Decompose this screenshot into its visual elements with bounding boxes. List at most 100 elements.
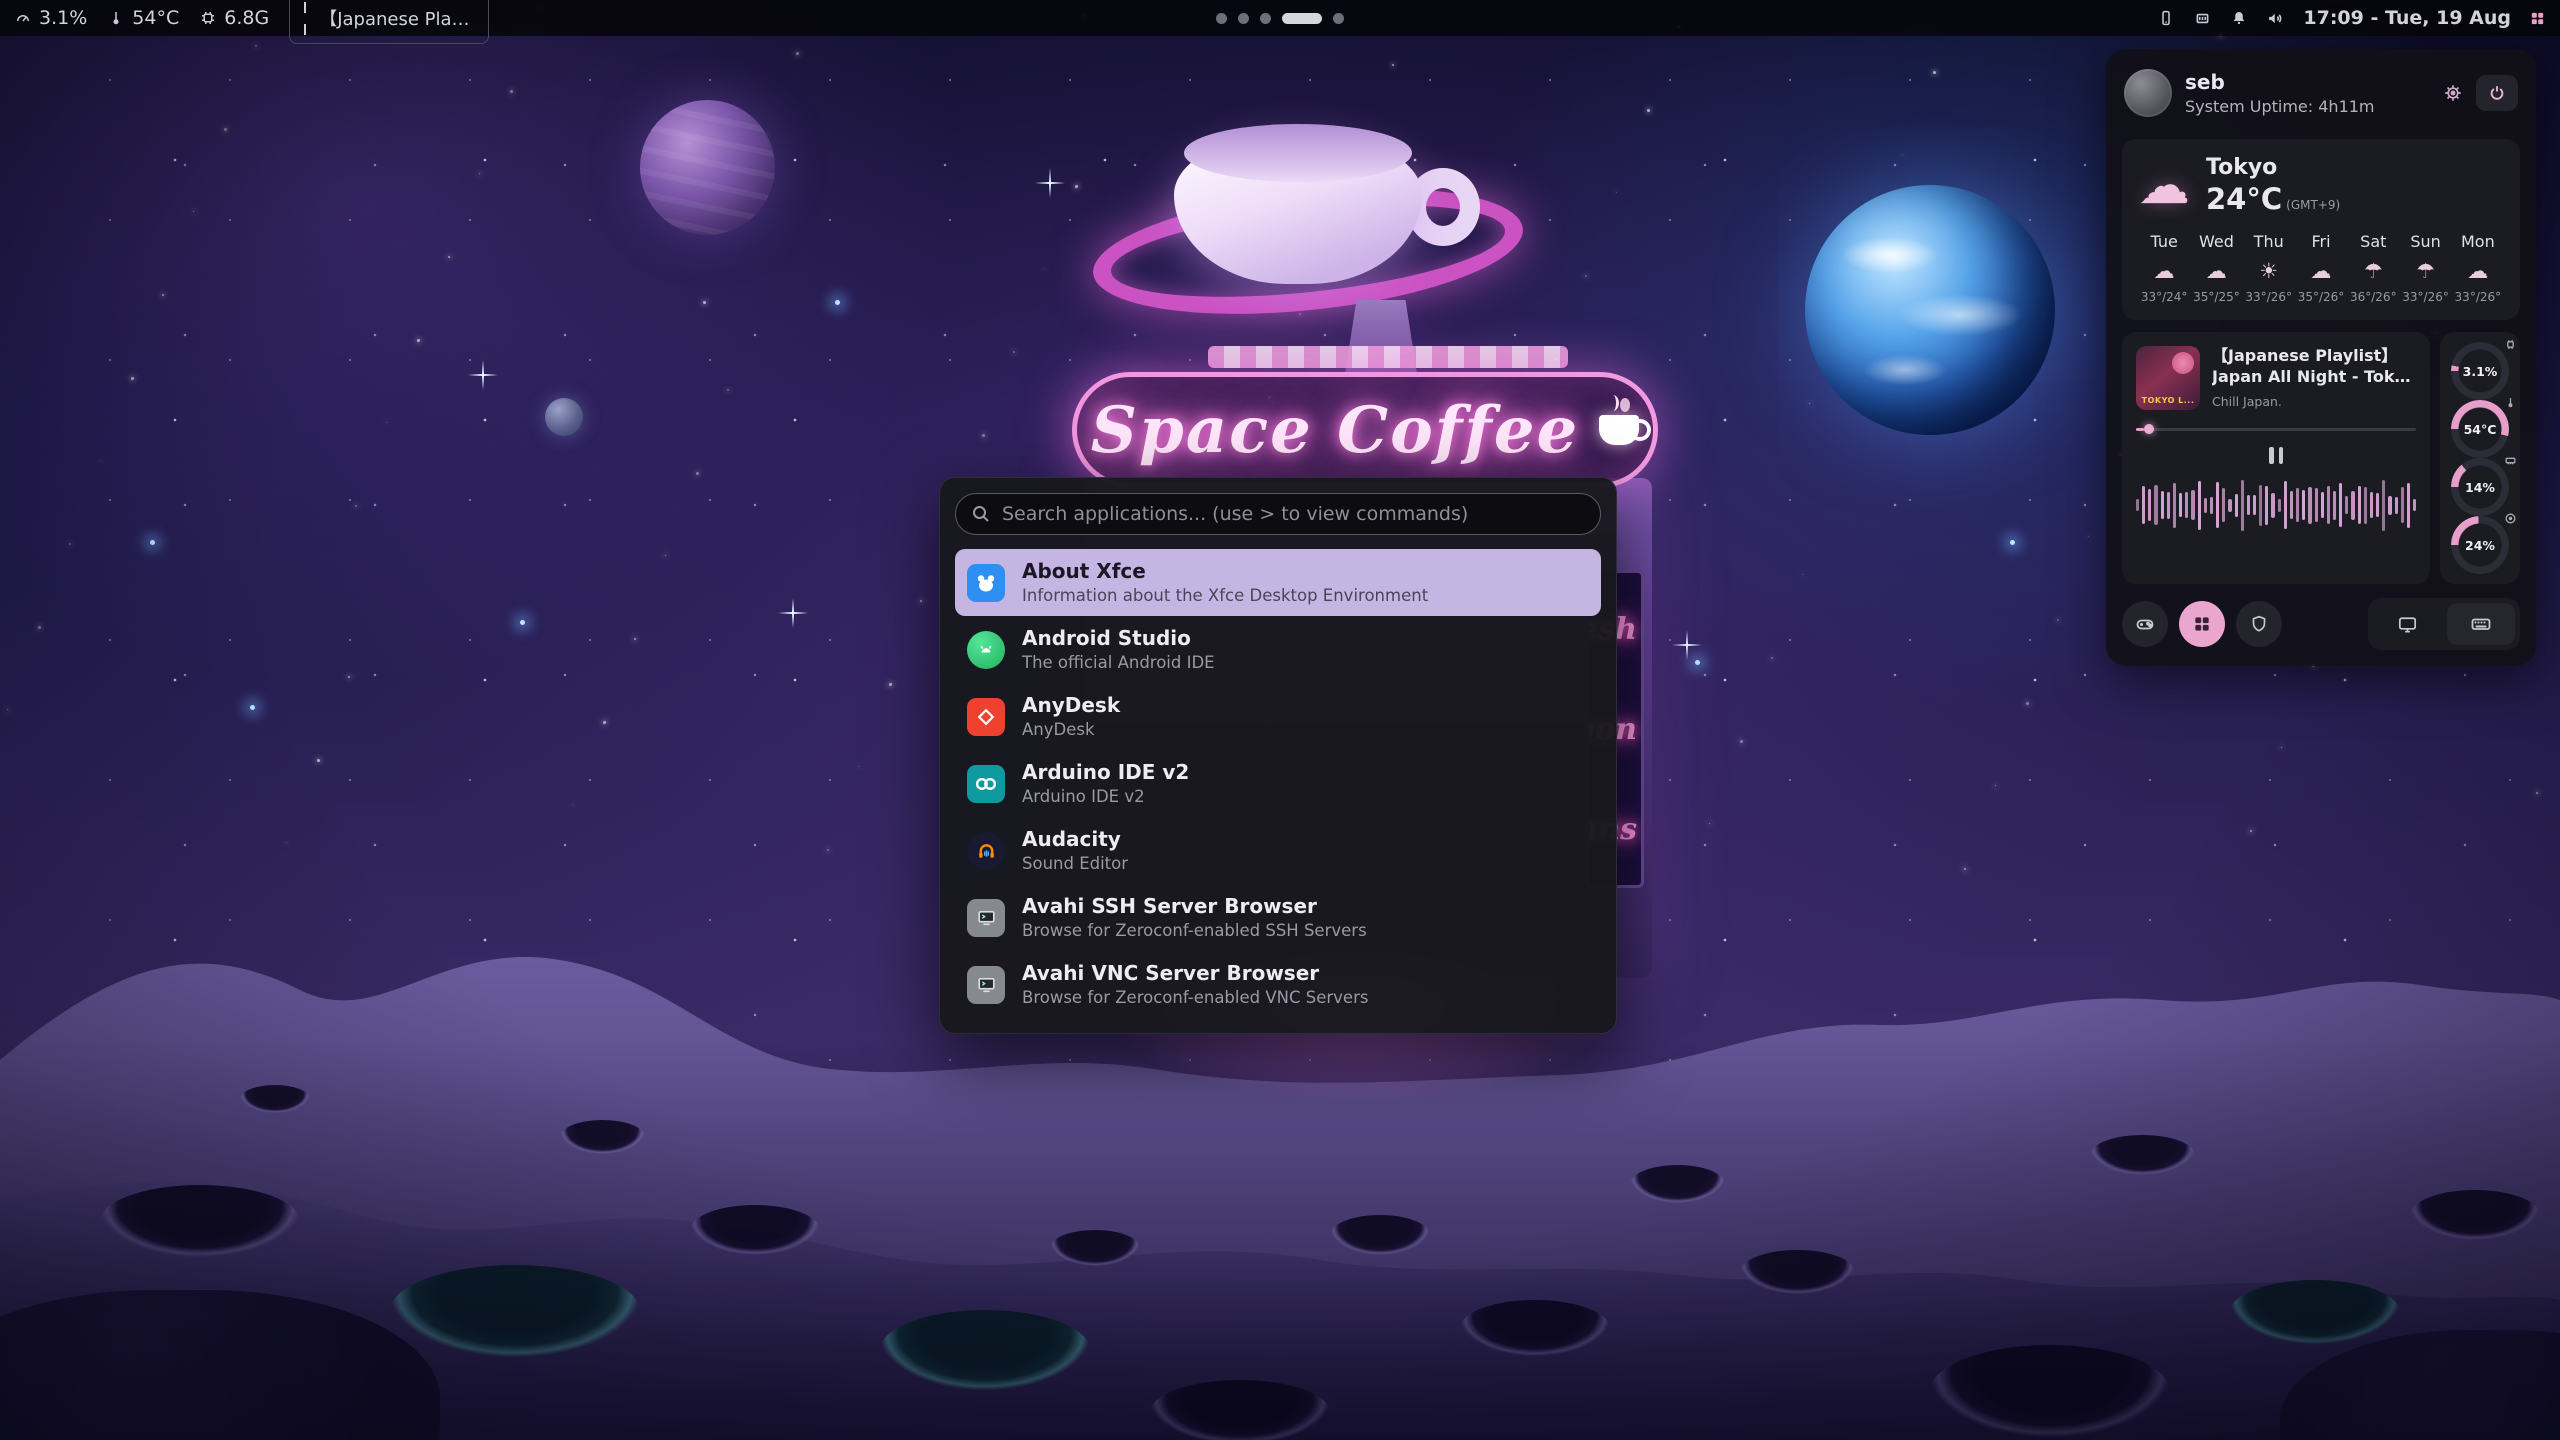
- temp-stat: 54°C: [107, 7, 179, 29]
- keyboard-button[interactable]: [2447, 603, 2515, 645]
- arduino-app-icon: [967, 765, 1005, 803]
- workspace-indicator: [1216, 0, 1344, 36]
- star: [100, 460, 101, 461]
- weather-city: Tokyo: [2206, 155, 2340, 180]
- topbar-media-widget[interactable]: 【Japanese Playlist】 J...: [289, 0, 489, 44]
- gear-icon: [2442, 82, 2464, 104]
- media-pause-button[interactable]: [2259, 442, 2293, 468]
- game-mode-button[interactable]: [2122, 601, 2168, 647]
- star: [920, 600, 922, 602]
- sparkle-star: [468, 360, 498, 390]
- volume-icon[interactable]: [2266, 9, 2285, 28]
- launcher-results: About Xfce Information about the Xfce De…: [955, 549, 1601, 1018]
- star: [2057, 619, 2059, 621]
- waveform-bar: [2395, 497, 2398, 514]
- avatar[interactable]: [2124, 69, 2172, 117]
- waveform-bar: [2259, 485, 2262, 526]
- sign-marquee: [1208, 346, 1568, 368]
- sparkle-star: [778, 598, 808, 628]
- waveform-bar: [2358, 486, 2361, 524]
- network-icon[interactable]: [2193, 9, 2212, 28]
- workspace-active-pill[interactable]: [1282, 13, 1322, 24]
- star: [224, 128, 227, 131]
- waveform-bar: [2136, 499, 2139, 511]
- waveform-bar: [2339, 483, 2342, 527]
- glow-star: [150, 540, 155, 545]
- star: [665, 555, 666, 556]
- result-anydesk[interactable]: AnyDesk AnyDesk: [955, 683, 1601, 750]
- moon-crater: [1740, 1250, 1855, 1294]
- result-avahi-vnc[interactable]: Avahi VNC Server Browser Browse for Zero…: [955, 951, 1601, 1018]
- sparkle-star: [1672, 630, 1702, 660]
- result-avahi-ssh[interactable]: Avahi SSH Server Browser Browse for Zero…: [955, 884, 1601, 951]
- workspace-dot[interactable]: [1216, 13, 1227, 24]
- forecast-icon: ☂: [2347, 259, 2399, 283]
- search-input[interactable]: [955, 493, 1601, 535]
- disk-gauge: 24%: [2451, 516, 2509, 574]
- clock[interactable]: 17:09 - Tue, 19 Aug: [2303, 7, 2511, 29]
- result-description: Arduino IDE v2: [1022, 787, 1189, 807]
- cpu-gauge-icon: [2504, 338, 2517, 351]
- workspace-dot[interactable]: [1238, 13, 1249, 24]
- star: [317, 759, 320, 762]
- moon-crater: [560, 1120, 645, 1154]
- xfce-app-icon: [967, 564, 1005, 602]
- weather-temperature: 24°C: [2206, 182, 2282, 216]
- workspace-dot[interactable]: [1333, 13, 1344, 24]
- star: [858, 766, 859, 767]
- progress-knob[interactable]: [2144, 424, 2154, 434]
- floating-coffee-cup: [1118, 120, 1498, 320]
- result-audacity[interactable]: Audacity Sound Editor: [955, 817, 1601, 884]
- security-button[interactable]: [2236, 601, 2282, 647]
- album-art: TOKYO L...: [2136, 346, 2200, 410]
- android-studio-app-icon: [967, 631, 1005, 669]
- moon-crater: [1330, 1215, 1430, 1255]
- forecast-icon: ☁: [2452, 259, 2504, 283]
- result-about-xfce[interactable]: About Xfce Information about the Xfce De…: [955, 549, 1601, 616]
- star: [355, 505, 357, 507]
- apps-button[interactable]: [2179, 601, 2225, 647]
- forecast-icon: ☁: [2295, 259, 2347, 283]
- star: [1013, 351, 1015, 353]
- star: [889, 683, 892, 686]
- moon-crater: [100, 1185, 300, 1257]
- forecast-icon: ☀: [2243, 259, 2295, 283]
- star: [162, 294, 164, 296]
- phone-link-icon[interactable]: [2157, 9, 2175, 27]
- waveform-bar: [2228, 499, 2231, 512]
- media-waveform: [2136, 476, 2416, 534]
- waveform-bar: [2179, 493, 2182, 517]
- waveform-bar: [2222, 488, 2225, 522]
- star: [417, 339, 420, 342]
- app-grid-icon[interactable]: [2529, 10, 2546, 27]
- moon-crater: [2230, 1280, 2400, 1344]
- waveform-bar: [2302, 490, 2305, 520]
- cpu-stat: 3.1%: [14, 7, 87, 29]
- settings-button[interactable]: [2442, 82, 2464, 104]
- media-progress-bar[interactable]: [2136, 424, 2416, 434]
- waveform-bar: [2167, 492, 2170, 519]
- top-bar: 3.1% 54°C 6.8G 【Japanese Pla: [0, 0, 2560, 36]
- power-button[interactable]: [2476, 75, 2518, 111]
- weather-card: ☁ Tokyo 24°C(GMT+9) Tue ☁ 33°/24° Wed ☁ …: [2122, 139, 2520, 320]
- bell-icon[interactable]: [2230, 9, 2248, 27]
- star: [2088, 536, 2089, 537]
- workspace-dot[interactable]: [1260, 13, 1271, 24]
- result-android-studio[interactable]: Android Studio The official Android IDE: [955, 616, 1601, 683]
- weather-forecast: Tue ☁ 33°/24° Wed ☁ 35°/25° Thu ☀ 33°/26…: [2138, 232, 2504, 304]
- moon-crater: [1630, 1165, 1725, 1203]
- system-uptime: System Uptime: 4h11m: [2185, 97, 2375, 116]
- waveform-bar: [2185, 492, 2188, 518]
- purple-planet: [640, 100, 775, 235]
- star: [38, 626, 41, 629]
- controller-icon: [2133, 612, 2157, 636]
- screen-record-button[interactable]: [2373, 603, 2441, 645]
- disk-gauge-icon: [2504, 512, 2517, 525]
- result-arduino-ide[interactable]: Arduino IDE v2 Arduino IDE v2: [955, 750, 1601, 817]
- waveform-bar: [2210, 497, 2213, 514]
- media-widget-label: 【Japanese Playlist】 J...: [319, 5, 476, 31]
- audacity-app-icon: [967, 832, 1005, 870]
- star: [2026, 702, 2029, 705]
- star: [1933, 71, 1936, 74]
- waveform-bar: [2370, 492, 2373, 518]
